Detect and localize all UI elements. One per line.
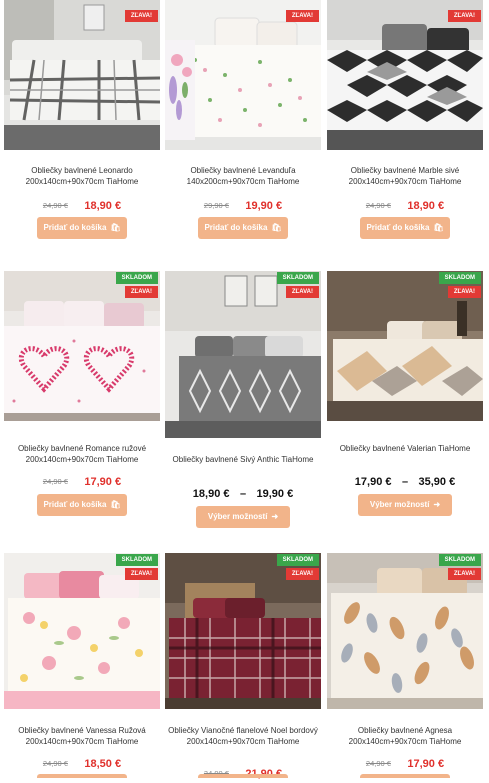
product-image[interactable] <box>165 0 321 150</box>
old-price: 24,90 € <box>42 477 68 487</box>
price-row: 24,90 € 18,50 € <box>4 755 160 771</box>
price-from: 18,90 € <box>192 487 230 500</box>
sale-badge: ZĽAVA! <box>285 10 319 22</box>
stock-badge: SKLADOM <box>438 554 481 566</box>
stock-badge: SKLADOM <box>276 272 319 284</box>
price-row: 24,90 € 17,90 € <box>4 473 160 489</box>
old-price: 24,90 € <box>42 759 68 769</box>
price-separator: – <box>239 487 247 500</box>
add-to-cart-button[interactable] <box>360 774 450 778</box>
cart-icon: 🛍︎ <box>110 500 121 509</box>
arrow-right-icon: ➜ <box>433 500 441 509</box>
price-row: 29,90 € 19,90 € <box>165 197 321 213</box>
price-row: 24,90 € 18,90 € <box>327 197 483 213</box>
sale-badge: ZĽAVA! <box>124 568 158 580</box>
stock-badge: SKLADOM <box>438 272 481 284</box>
add-to-cart-label: Pridať do košíka <box>43 223 107 232</box>
select-options-label: Výber možností <box>369 500 430 509</box>
price-row: 24,90 € 18,90 € <box>4 197 160 213</box>
cart-icon: 🛍︎ <box>110 223 121 232</box>
add-to-cart-button[interactable]: Pridať do košíka 🛍︎ <box>198 217 288 239</box>
old-price: 24,90 € <box>365 201 391 211</box>
sale-badge: ZĽAVA! <box>447 10 481 22</box>
add-to-cart-button[interactable]: Pridať do košíka 🛍︎ <box>360 217 450 239</box>
product-title[interactable]: Obliečky bavlnené Vanessa Ružová 200x140… <box>4 725 160 747</box>
sale-badge: ZĽAVA! <box>447 568 481 580</box>
stock-badge: SKLADOM <box>276 554 319 566</box>
arrow-right-icon: ➜ <box>271 512 279 521</box>
price-separator: – <box>401 475 409 488</box>
product-title[interactable]: Obliečky bavlnené Leonardo 200x140cm+90x… <box>4 165 160 187</box>
cart-icon: 🛍︎ <box>433 223 444 232</box>
product-title[interactable]: Obliečky bavlnené Marble sivé 200x140cm+… <box>327 165 483 187</box>
sale-badge: ZĽAVA! <box>285 286 319 298</box>
add-to-cart-button[interactable]: Pridať do košíka 🛍︎ <box>37 494 127 516</box>
stock-badge: SKLADOM <box>115 554 158 566</box>
product-image[interactable] <box>4 0 160 150</box>
price-to: 19,90 € <box>256 487 294 500</box>
add-to-cart-button[interactable] <box>198 774 288 778</box>
select-options-button[interactable]: Výber možností ➜ <box>358 494 452 516</box>
sale-badge: ZĽAVA! <box>285 568 319 580</box>
sale-price: 18,50 € <box>84 757 122 770</box>
stock-badge: SKLADOM <box>115 272 158 284</box>
select-options-button[interactable]: Výber možností ➜ <box>196 506 290 528</box>
sale-price: 19,90 € <box>245 199 283 212</box>
sale-badge: ZĽAVA! <box>447 286 481 298</box>
price-to: 35,90 € <box>418 475 456 488</box>
price-row: 34,90 € 21,90 € <box>165 765 321 781</box>
old-price: 29,90 € <box>203 201 229 211</box>
price-from: 17,90 € <box>354 475 392 488</box>
old-price: 24,90 € <box>365 759 391 769</box>
cart-icon: 🛍︎ <box>271 223 282 232</box>
product-title[interactable]: Obliečky bavlnené Romance ružové 200x140… <box>4 443 160 465</box>
sale-price: 18,90 € <box>407 199 445 212</box>
product-title[interactable]: Obliečky Vianočné flanelové Noel bordový… <box>165 725 321 747</box>
product-image[interactable] <box>327 0 483 150</box>
sale-badge: ZĽAVA! <box>124 286 158 298</box>
add-to-cart-label: Pridať do košíka <box>204 223 268 232</box>
product-title[interactable]: Obliečky bavlnené Valerian TiaHome <box>327 443 483 454</box>
price-range: 18,90 € – 19,90 € <box>165 485 321 501</box>
old-price: 24,90 € <box>42 201 68 211</box>
add-to-cart-button[interactable] <box>37 774 127 778</box>
product-title[interactable]: Obliečky bavlnené Agnesa 200x140cm+90x70… <box>327 725 483 747</box>
sale-price: 18,90 € <box>84 199 122 212</box>
add-to-cart-label: Pridať do košíka <box>43 500 107 509</box>
product-title[interactable]: Obliečky bavlnené Sivý Anthic TiaHome <box>165 454 321 465</box>
add-to-cart-label: Pridať do košíka <box>366 223 430 232</box>
add-to-cart-button[interactable]: Pridať do košíka 🛍︎ <box>37 217 127 239</box>
sale-badge: ZĽAVA! <box>124 10 158 22</box>
price-range: 17,90 € – 35,90 € <box>327 473 483 489</box>
sale-price: 17,90 € <box>407 757 445 770</box>
select-options-label: Výber možností <box>207 512 268 521</box>
product-title[interactable]: Obliečky bavlnené Levanduľa 140x200cm+90… <box>165 165 321 187</box>
sale-price: 17,90 € <box>84 475 122 488</box>
price-row: 24,90 € 17,90 € <box>327 755 483 771</box>
